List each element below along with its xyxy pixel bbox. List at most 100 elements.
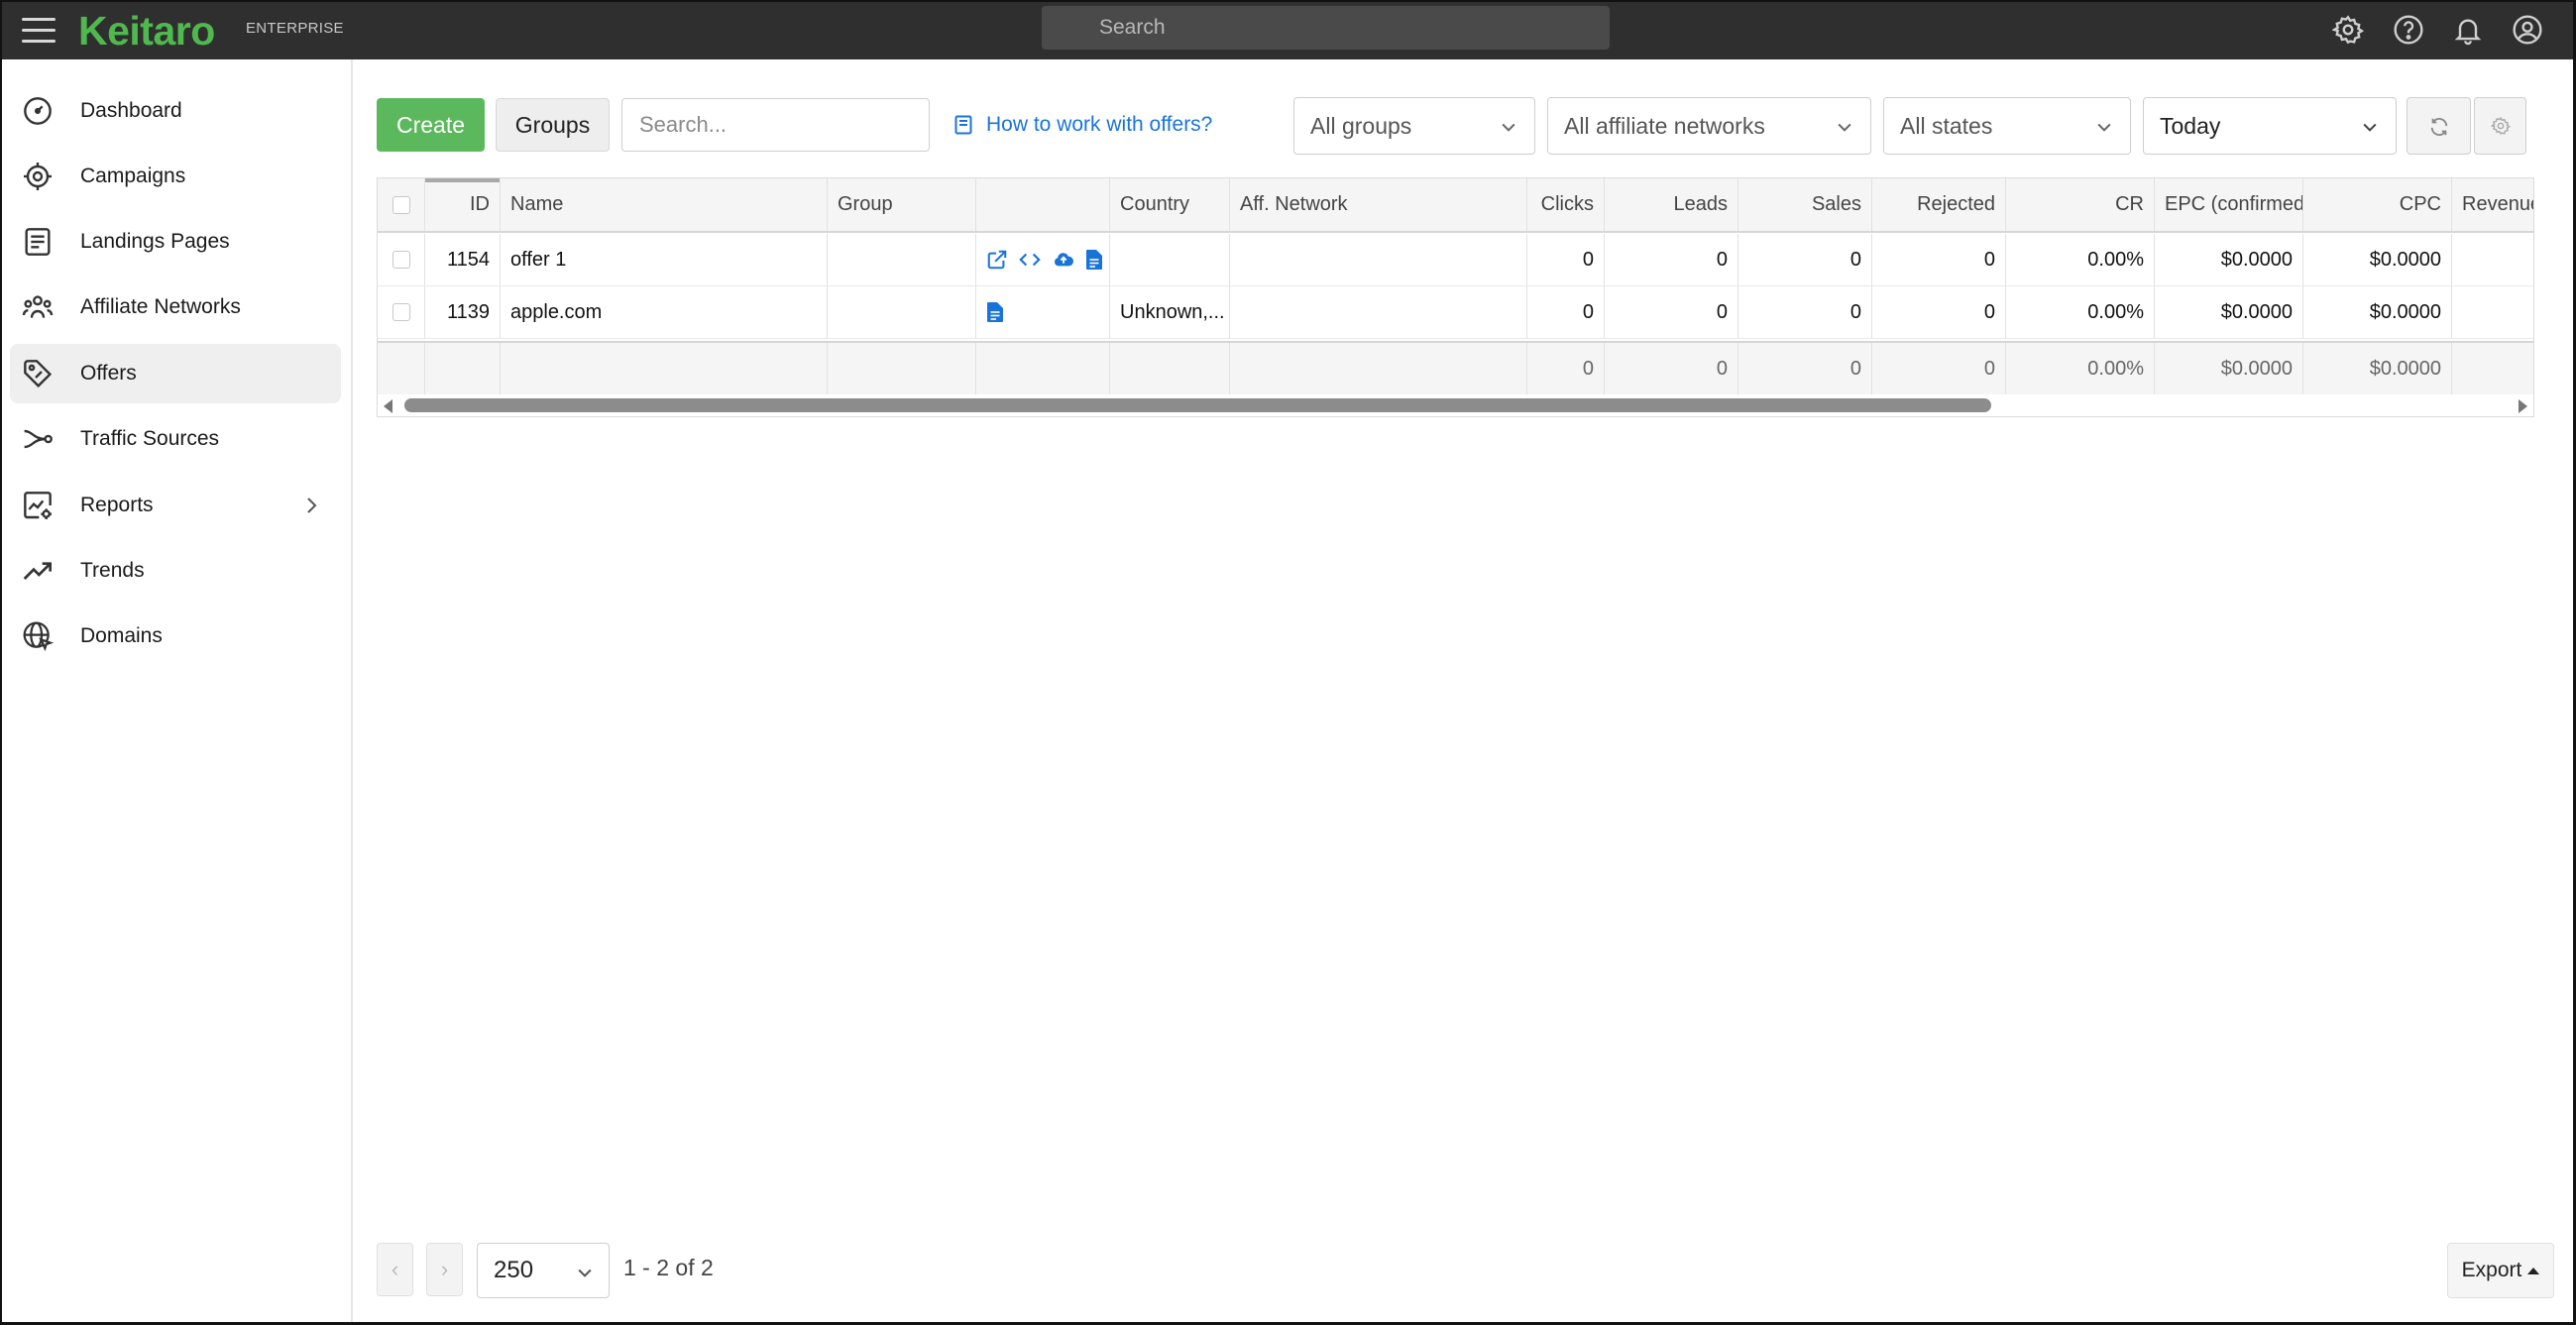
sidebar-item-label: Domains <box>80 624 163 647</box>
document-icon[interactable] <box>986 301 1004 323</box>
export-button[interactable]: Export <box>2447 1243 2554 1298</box>
page-size-select[interactable]: 250 <box>477 1243 610 1298</box>
column-header-group[interactable]: Group <box>828 178 976 231</box>
column-header-cpc[interactable]: CPC <box>2303 178 2452 231</box>
people-icon <box>22 295 54 318</box>
offer-sales: 0 <box>1738 286 1872 338</box>
scrollbar-thumb[interactable] <box>404 398 1991 412</box>
total-cpc: $0.0000 <box>2303 343 2452 394</box>
offer-rejected: 0 <box>1872 286 2006 338</box>
offer-epc: $0.0000 <box>2155 234 2303 285</box>
sidebar-item-campaigns[interactable]: Campaigns <box>10 147 341 206</box>
help-link[interactable]: How to work with offers? <box>954 110 1212 140</box>
menu-icon[interactable] <box>22 18 56 46</box>
sidebar-item-affiliate-networks[interactable]: Affiliate Networks <box>10 277 341 337</box>
column-header-epc[interactable]: EPC (confirmed) <box>2155 178 2303 231</box>
totals-spacer <box>1110 343 1230 394</box>
gear-icon[interactable] <box>2332 14 2364 46</box>
external-link-icon[interactable] <box>986 249 1008 271</box>
total-epc: $0.0000 <box>2155 343 2303 394</box>
chevron-down-icon <box>2363 123 2377 132</box>
sidebar-item-reports[interactable]: Reports <box>10 476 341 535</box>
offer-clicks: 0 <box>1527 286 1605 338</box>
date-range-select[interactable]: Today <box>2143 97 2397 155</box>
offer-country <box>1110 234 1230 285</box>
column-header-aff-network[interactable]: Aff. Network <box>1230 178 1527 231</box>
offer-aff-network <box>1230 234 1527 285</box>
sidebar-item-label: Dashboard <box>80 99 182 122</box>
sidebar-item-label: Trends <box>80 559 145 582</box>
sidebar: Dashboard Campaigns Landings Pages Affil… <box>0 59 353 1325</box>
sidebar-item-label: Traffic Sources <box>80 427 220 450</box>
groups-filter-value: All groups <box>1310 112 1412 139</box>
previous-page-button[interactable]: ‹ <box>377 1243 413 1296</box>
groups-button[interactable]: Groups <box>496 98 610 152</box>
groups-filter-select[interactable]: All groups <box>1293 97 1535 155</box>
scroll-right-arrow[interactable] <box>2519 399 2527 413</box>
select-all-checkbox[interactable] <box>392 195 410 214</box>
totals-spacer <box>1230 343 1527 394</box>
sidebar-item-label: Landings Pages <box>80 230 230 253</box>
column-header-id[interactable]: ID <box>425 178 501 231</box>
bell-icon[interactable] <box>2452 14 2484 46</box>
user-account-icon[interactable] <box>2512 14 2543 46</box>
offer-epc: $0.0000 <box>2155 286 2303 338</box>
offer-sales: 0 <box>1738 234 1872 285</box>
states-filter-select[interactable]: All states <box>1883 97 2131 155</box>
column-header-sales[interactable]: Sales <box>1738 178 1872 231</box>
trend-icon <box>23 562 52 580</box>
column-header-actions <box>976 178 1110 231</box>
select-all-checkbox-cell[interactable] <box>378 178 425 231</box>
affiliate-networks-filter-select[interactable]: All affiliate networks <box>1547 97 1871 155</box>
total-revenue <box>2452 343 2533 394</box>
column-header-leads[interactable]: Leads <box>1605 178 1738 231</box>
help-icon[interactable] <box>2393 14 2424 46</box>
totals-spacer <box>378 343 425 394</box>
tag-icon <box>24 360 53 388</box>
document-icon[interactable] <box>1085 249 1103 271</box>
sidebar-item-domains[interactable]: Domains <box>10 607 341 666</box>
sidebar-item-trends[interactable]: Trends <box>10 541 341 601</box>
global-search-input[interactable] <box>1042 6 1610 50</box>
sidebar-item-traffic-sources[interactable]: Traffic Sources <box>10 409 341 469</box>
totals-spacer <box>501 343 828 394</box>
column-settings-button[interactable] <box>2474 97 2526 155</box>
column-header-revenue[interactable]: Revenue <box>2452 178 2533 231</box>
code-icon[interactable] <box>1018 249 1042 271</box>
book-icon <box>954 115 972 135</box>
offer-cpc: $0.0000 <box>2303 234 2452 285</box>
horizontal-scrollbar[interactable] <box>378 394 2533 416</box>
column-header-country[interactable]: Country <box>1110 178 1230 231</box>
table-row[interactable]: 1154 offer 1 0 0 0 0 0.00% $0.0000 $0.00… <box>378 234 2533 286</box>
pagination-range: 1 - 2 of 2 <box>623 1255 714 1280</box>
total-sales: 0 <box>1738 343 1872 394</box>
total-leads: 0 <box>1605 343 1738 394</box>
column-header-name[interactable]: Name <box>501 178 828 231</box>
refresh-icon <box>2430 118 2448 136</box>
chevron-down-icon <box>1838 123 1851 132</box>
row-checkbox[interactable] <box>392 303 410 321</box>
offer-name-link[interactable]: apple.com <box>501 286 828 338</box>
sidebar-item-label: Offers <box>80 362 137 385</box>
column-header-rejected[interactable]: Rejected <box>1872 178 2006 231</box>
sidebar-item-landing-pages[interactable]: Landings Pages <box>10 212 341 272</box>
column-header-clicks[interactable]: Clicks <box>1527 178 1605 231</box>
table-row[interactable]: 1139 apple.com Unknown,... 0 0 0 0 0.00%… <box>378 286 2533 339</box>
row-checkbox-cell[interactable] <box>378 286 425 338</box>
create-button[interactable]: Create <box>377 98 485 152</box>
cloud-upload-icon[interactable] <box>1052 249 1075 271</box>
offers-table: ID Name Group Country Aff. Network Click… <box>377 177 2534 417</box>
total-cr: 0.00% <box>2006 343 2155 394</box>
row-checkbox-cell[interactable] <box>378 234 425 285</box>
offers-search-input[interactable] <box>621 98 930 152</box>
refresh-button[interactable] <box>2407 97 2471 155</box>
report-icon <box>24 492 52 519</box>
next-page-button[interactable]: › <box>426 1243 463 1296</box>
sidebar-item-offers[interactable]: Offers <box>10 344 341 403</box>
logo[interactable]: Keitaro <box>78 6 215 55</box>
column-header-cr[interactable]: CR <box>2006 178 2155 231</box>
scroll-left-arrow[interactable] <box>384 399 392 413</box>
row-checkbox[interactable] <box>392 251 410 269</box>
sidebar-item-dashboard[interactable]: Dashboard <box>10 81 341 141</box>
offer-name-link[interactable]: offer 1 <box>501 234 828 285</box>
